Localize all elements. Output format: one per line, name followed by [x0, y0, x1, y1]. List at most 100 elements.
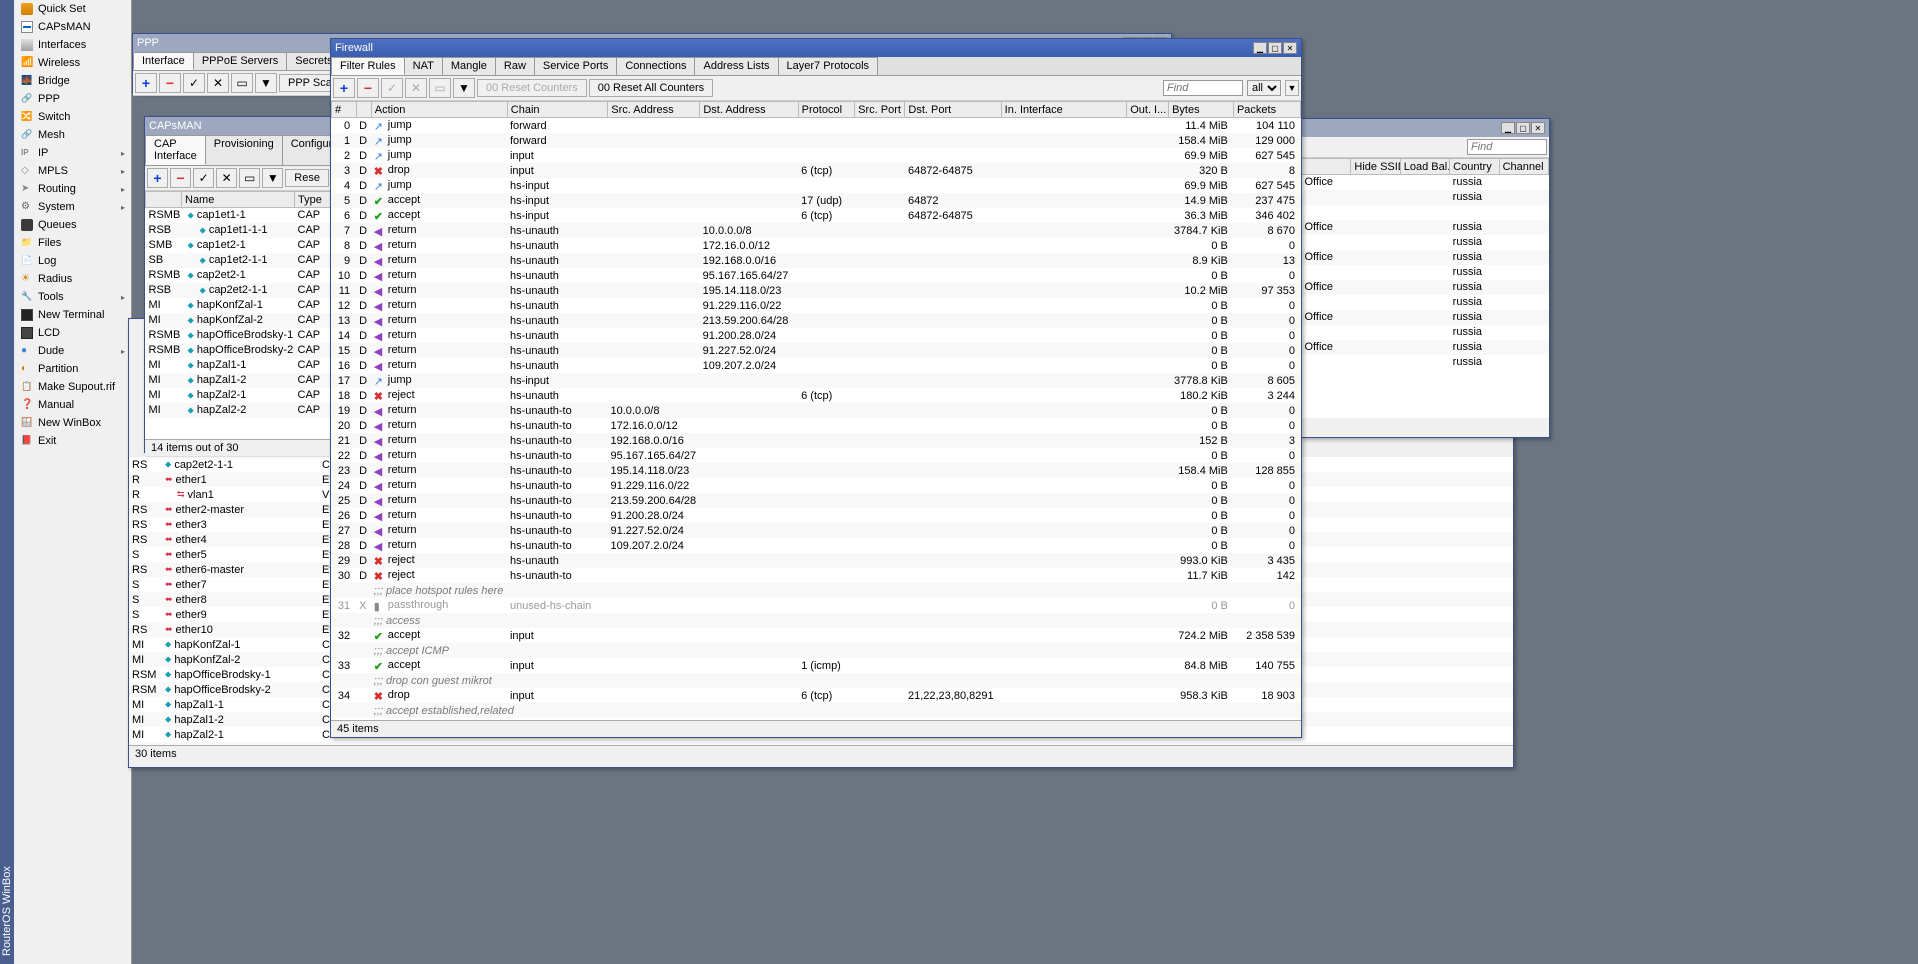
table-row[interactable]: Officerussia [1302, 250, 1549, 265]
sidebar-item-quick-set[interactable]: Quick Set [14, 0, 131, 18]
col[interactable]: Action [371, 102, 507, 118]
col[interactable]: Out. I... [1127, 102, 1169, 118]
max-btn[interactable]: ▢ [1516, 122, 1530, 134]
add-button[interactable]: + [147, 168, 168, 188]
col[interactable]: Load Bal... [1400, 159, 1449, 175]
table-row[interactable]: 23D◀returnhs-unauth-to195.14.118.0/23158… [331, 463, 1301, 478]
sidebar-item-manual[interactable]: Manual [14, 396, 131, 414]
table-row[interactable]: 1D↗jumpforward158.4 MiB129 000 [331, 133, 1301, 148]
table-row[interactable]: ;;; drop con guest mikrot [331, 673, 1301, 688]
tab-pppoe-servers[interactable]: PPPoE Servers [193, 52, 287, 70]
table-row[interactable]: 7D◀returnhs-unauth10.0.0.0/83784.7 KiB8 … [331, 223, 1301, 238]
sidebar-item-new-winbox[interactable]: New WinBox [14, 414, 131, 432]
wr-grid[interactable]: Hide SSIDLoad Bal...CountryChannelOffice… [1301, 158, 1549, 418]
tab-provisioning[interactable]: Provisioning [205, 135, 283, 165]
table-row[interactable]: 0D↗jumpforward11.4 MiB104 110 [331, 118, 1301, 133]
table-row[interactable]: Officerussia [1302, 280, 1549, 295]
table-row[interactable]: 25D◀returnhs-unauth-to213.59.200.64/280 … [331, 493, 1301, 508]
tab-filter-rules[interactable]: Filter Rules [331, 57, 405, 75]
find-input[interactable] [1467, 139, 1547, 155]
table-row[interactable]: ;;; access [331, 613, 1301, 628]
table-row[interactable]: MIhapZal2-1CAP [146, 388, 331, 403]
tab-address-lists[interactable]: Address Lists [694, 57, 778, 75]
find-input[interactable] [1163, 80, 1243, 96]
sidebar-item-wireless[interactable]: Wireless [14, 54, 131, 72]
col[interactable]: Dst. Address [700, 102, 798, 118]
table-row[interactable]: russia [1302, 355, 1549, 370]
table-row[interactable]: 15D◀returnhs-unauth91.227.52.0/240 B0 [331, 343, 1301, 358]
disable-button[interactable]: ✕ [216, 168, 237, 188]
sidebar-item-mesh[interactable]: Mesh [14, 126, 131, 144]
chain-filter[interactable]: all [1247, 80, 1281, 96]
sidebar-item-routing[interactable]: Routing▸ [14, 180, 131, 198]
col[interactable]: Chain [507, 102, 607, 118]
col[interactable]: Bytes [1169, 102, 1234, 118]
col[interactable]: Country [1450, 159, 1499, 175]
table-row[interactable]: 33✔acceptinput1 (icmp)84.8 MiB140 755 [331, 658, 1301, 673]
tab-interface[interactable]: Interface [133, 52, 194, 70]
table-row[interactable]: Officerussia [1302, 175, 1549, 190]
table-row[interactable]: russia [1302, 235, 1549, 250]
col[interactable]: Name [182, 192, 295, 208]
reset-counters[interactable]: 00 Reset Counters [477, 79, 587, 97]
table-row[interactable]: 8D◀returnhs-unauth172.16.0.0/120 B0 [331, 238, 1301, 253]
table-row[interactable]: 20D◀returnhs-unauth-to172.16.0.0/120 B0 [331, 418, 1301, 433]
table-row[interactable]: 27D◀returnhs-unauth-to91.227.52.0/240 B0 [331, 523, 1301, 538]
disable-button[interactable]: ✕ [405, 78, 427, 98]
table-row[interactable]: russia [1302, 190, 1549, 205]
min-btn[interactable]: ▁ [1501, 122, 1515, 134]
reselect-button[interactable]: Rese [285, 169, 329, 187]
wr-title[interactable]: ▁▢✕ [1301, 119, 1549, 137]
table-row[interactable]: MIhapZal2-2CAP [146, 403, 331, 418]
close-btn[interactable]: ✕ [1531, 122, 1545, 134]
reset-all-counters[interactable]: 00 Reset All Counters [589, 79, 713, 97]
table-row[interactable]: ;;; accept ICMP [331, 643, 1301, 658]
table-row[interactable]: MIhapZal1-1CAP [146, 358, 331, 373]
table-row[interactable]: 28D◀returnhs-unauth-to109.207.2.0/240 B0 [331, 538, 1301, 553]
filter-button[interactable]: ▼ [262, 168, 283, 188]
tab-nat[interactable]: NAT [404, 57, 443, 75]
table-row[interactable]: 31X▮passthroughunused-hs-chain0 B0 [331, 598, 1301, 613]
table-row[interactable]: 26D◀returnhs-unauth-to91.200.28.0/240 B0 [331, 508, 1301, 523]
comment-button[interactable]: ▭ [429, 78, 451, 98]
table-row[interactable]: 14D◀returnhs-unauth91.200.28.0/240 B0 [331, 328, 1301, 343]
table-row[interactable]: RSBcap2et2-1-1CAP [146, 283, 331, 298]
table-row[interactable]: ;;; place hotspot rules here [331, 583, 1301, 598]
table-row[interactable]: 4D↗jumphs-input69.9 MiB627 545 [331, 178, 1301, 193]
sidebar-item-ip[interactable]: IP▸ [14, 144, 131, 162]
table-row[interactable]: 10D◀returnhs-unauth95.167.165.64/270 B0 [331, 268, 1301, 283]
min-btn[interactable]: ▁ [1253, 42, 1267, 54]
table-row[interactable]: 16D◀returnhs-unauth109.207.2.0/240 B0 [331, 358, 1301, 373]
table-row[interactable]: 22D◀returnhs-unauth-to95.167.165.64/270 … [331, 448, 1301, 463]
table-row[interactable]: SMBcap1et2-1CAP [146, 238, 331, 253]
fw-title[interactable]: Firewall ▁▢✕ [331, 39, 1301, 57]
table-row[interactable]: Officerussia [1302, 310, 1549, 325]
table-row[interactable]: Officerussia [1302, 220, 1549, 235]
remove-button[interactable]: − [159, 73, 181, 93]
close-btn[interactable]: ✕ [1283, 42, 1297, 54]
col[interactable]: Src. Port [855, 102, 905, 118]
col[interactable]: Packets [1233, 102, 1300, 118]
table-row[interactable]: Officerussia [1302, 340, 1549, 355]
filter-button[interactable]: ▼ [255, 73, 277, 93]
table-row[interactable]: 17D↗jumphs-input3778.8 KiB8 605 [331, 373, 1301, 388]
disable-button[interactable]: ✕ [207, 73, 229, 93]
table-row[interactable]: 11D◀returnhs-unauth195.14.118.0/2310.2 M… [331, 283, 1301, 298]
table-row[interactable]: 34✖dropinput6 (tcp)21,22,23,80,8291958.3… [331, 688, 1301, 703]
tab-mangle[interactable]: Mangle [442, 57, 496, 75]
sidebar-item-tools[interactable]: Tools▸ [14, 288, 131, 306]
enable-button[interactable]: ✓ [381, 78, 403, 98]
table-row[interactable]: 30D✖rejecths-unauth-to11.7 KiB142 [331, 568, 1301, 583]
col[interactable]: Dst. Port [905, 102, 1001, 118]
sidebar-item-exit[interactable]: Exit [14, 432, 131, 450]
table-row[interactable]: RSMBcap1et1-1CAP [146, 208, 331, 223]
sidebar-item-queues[interactable]: Queues [14, 216, 131, 234]
enable-button[interactable]: ✓ [183, 73, 205, 93]
table-row[interactable]: 6D✔accepths-input6 (tcp)64872-6487536.3 … [331, 208, 1301, 223]
fw-grid[interactable]: #ActionChainSrc. AddressDst. AddressProt… [331, 101, 1301, 720]
col[interactable]: Type [295, 192, 331, 208]
table-row[interactable]: 13D◀returnhs-unauth213.59.200.64/280 B0 [331, 313, 1301, 328]
table-row[interactable]: RSMBcap2et2-1CAP [146, 268, 331, 283]
sidebar-item-interfaces[interactable]: Interfaces [14, 36, 131, 54]
col[interactable]: Src. Address [608, 102, 700, 118]
